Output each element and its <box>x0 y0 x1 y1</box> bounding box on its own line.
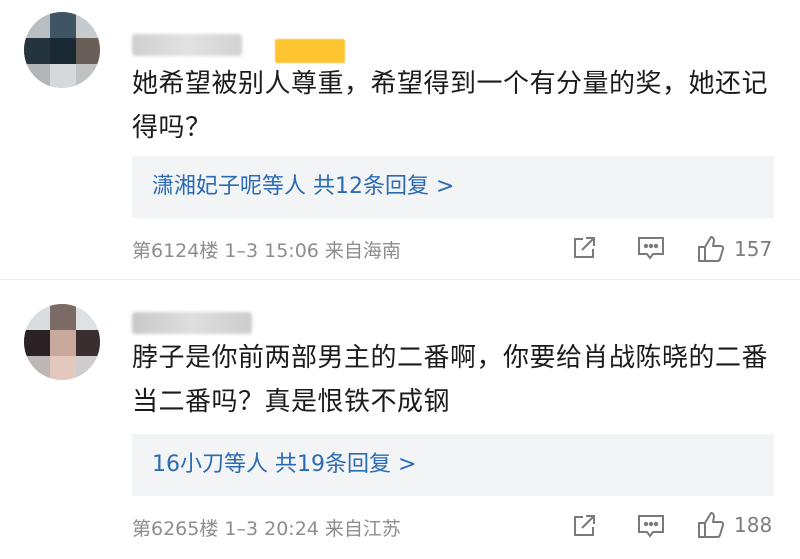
divider <box>0 279 800 280</box>
username-redacted[interactable] <box>132 312 252 334</box>
comment-item: 脖子是你前两部男主的二番啊，你要给肖战陈晓的二番当二番吗？真是恨铁不成钢 16小… <box>0 0 800 540</box>
share-icon <box>574 515 595 536</box>
reply-button[interactable] <box>636 512 666 540</box>
comment-icon <box>638 515 664 538</box>
like-count: 188 <box>734 513 773 537</box>
comment-meta: 第6265楼 1–3 20:24 来自江苏 <box>132 518 401 540</box>
reply-summary-box[interactable]: 16小刀等人 共19条回复 > <box>132 434 774 496</box>
comment-text: 脖子是你前两部男主的二番啊，你要给肖战陈晓的二番当二番吗？真是恨铁不成钢 <box>132 343 769 417</box>
share-button[interactable] <box>570 512 598 540</box>
reply-summary-link[interactable]: 16小刀等人 共19条回复 > <box>152 448 416 482</box>
thumbs-up-icon <box>698 512 725 538</box>
avatar[interactable] <box>24 304 100 380</box>
like-button[interactable]: 188 <box>696 510 772 540</box>
